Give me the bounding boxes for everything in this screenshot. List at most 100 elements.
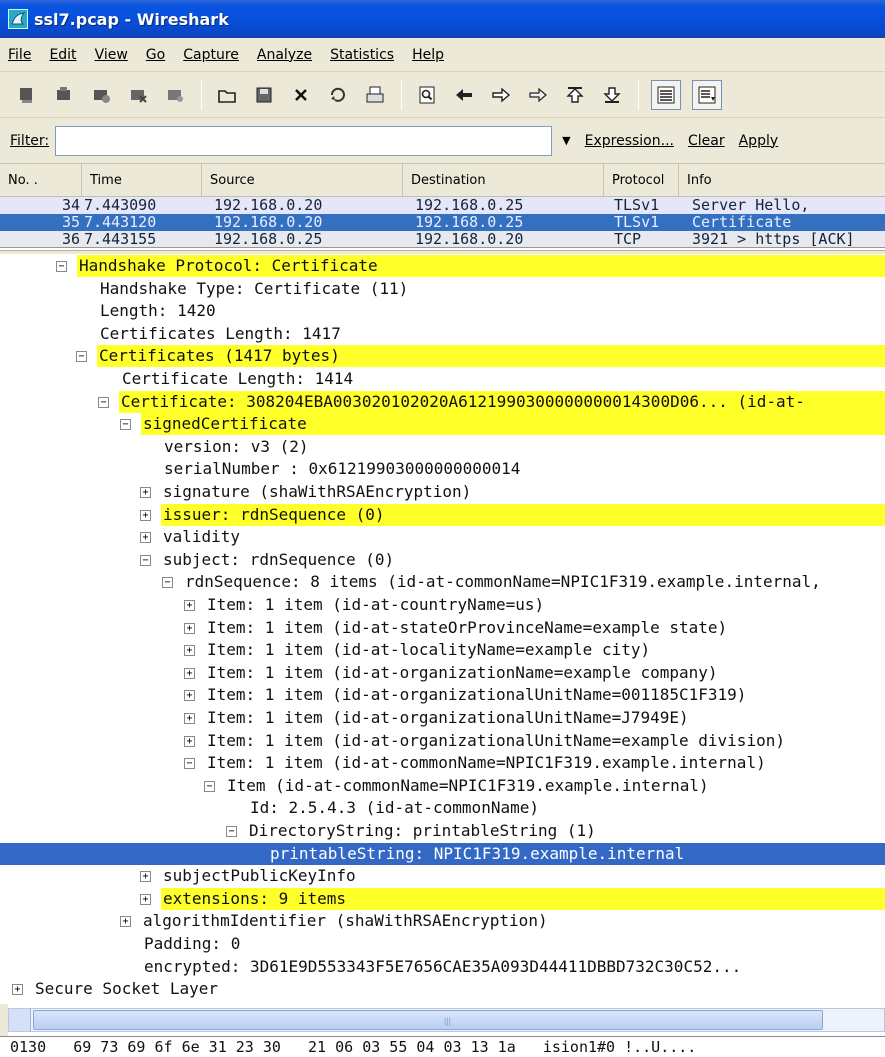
back-icon[interactable] <box>451 82 477 108</box>
expand-icon[interactable]: + <box>184 622 195 634</box>
save-icon[interactable] <box>251 82 277 108</box>
goto-icon[interactable] <box>525 82 551 108</box>
stop-icon[interactable] <box>125 82 151 108</box>
interfaces-icon[interactable] <box>14 82 40 108</box>
collapse-icon[interactable]: − <box>184 758 195 770</box>
tree-node-label: signature (shaWithRSAEncryption) <box>163 482 472 501</box>
expand-icon[interactable]: + <box>184 735 195 747</box>
tree-node[interactable]: − Handshake Protocol: Certificate <box>0 255 885 277</box>
column-header-protocol[interactable]: Protocol <box>604 164 679 196</box>
tree-node[interactable]: + Item: 1 item (id-at-countryName=us) <box>0 594 885 616</box>
tree-node[interactable]: + extensions: 9 items <box>0 887 885 910</box>
last-icon[interactable] <box>599 82 625 108</box>
collapse-icon[interactable]: − <box>226 826 237 837</box>
tree-node[interactable]: + Item: 1 item (id-at-organizationalUnitN… <box>0 684 885 706</box>
tree-node[interactable]: Handshake Type: Certificate (11) <box>0 278 885 300</box>
start-icon[interactable] <box>88 82 114 108</box>
tree-node-selected[interactable]: printableString: NPIC1F319.example.inter… <box>0 842 885 865</box>
tree-node[interactable]: + algorithmIdentifier (shaWithRSAEncrypti… <box>0 910 885 932</box>
menu-analyze[interactable]: Analyze <box>257 47 312 63</box>
tree-node[interactable]: − signedCertificate <box>0 413 885 436</box>
tree-node[interactable]: + Secure Socket Layer <box>0 978 885 1000</box>
reload-icon[interactable] <box>325 82 351 108</box>
tree-node[interactable]: version: v3 (2) <box>0 436 885 458</box>
apply-button[interactable]: Apply <box>739 133 779 149</box>
tree-node[interactable]: + subjectPublicKeyInfo <box>0 865 885 887</box>
first-icon[interactable] <box>562 82 588 108</box>
expand-icon[interactable]: + <box>184 645 195 657</box>
tree-node[interactable]: Id: 2.5.4.3 (id-at-commonName) <box>0 797 885 819</box>
packet-row-selected[interactable]: 35 7.443120 192.168.0.20 192.168.0.25 TL… <box>0 214 885 231</box>
column-header-no[interactable]: No. . <box>0 164 82 196</box>
tree-node[interactable]: + validity <box>0 526 885 548</box>
tree-node[interactable]: − subject: rdnSequence (0) <box>0 549 885 571</box>
expand-icon[interactable]: + <box>140 871 151 883</box>
tree-node[interactable]: Certificates Length: 1417 <box>0 323 885 345</box>
expand-icon[interactable]: + <box>120 916 131 928</box>
chevron-down-icon[interactable]: ▼ <box>562 134 570 147</box>
packet-row[interactable]: 36 7.443155 192.168.0.25 192.168.0.20 TC… <box>0 231 885 247</box>
menu-view[interactable]: View <box>95 47 128 63</box>
print-icon[interactable] <box>362 82 388 108</box>
collapse-icon[interactable]: − <box>204 780 215 792</box>
expand-icon[interactable]: + <box>184 713 195 724</box>
expand-icon[interactable]: + <box>140 487 151 498</box>
tree-node[interactable]: + Item: 1 item (id-at-stateOrProvinceName… <box>0 617 885 639</box>
tree-node[interactable]: serialNumber : 0x61219903000000000014 <box>0 458 885 480</box>
tree-node[interactable]: + Item: 1 item (id-at-organizationName=ex… <box>0 662 885 684</box>
expand-icon[interactable]: + <box>184 600 195 611</box>
horizontal-scrollbar[interactable]: ||| <box>8 1008 885 1032</box>
close-icon[interactable] <box>288 82 314 108</box>
tree-node[interactable]: Padding: 0 <box>0 933 885 955</box>
find-icon[interactable] <box>414 82 440 108</box>
menu-capture[interactable]: Capture <box>183 47 239 63</box>
tree-node[interactable]: Length: 1420 <box>0 300 885 322</box>
expand-icon[interactable]: + <box>12 984 23 996</box>
tree-node[interactable]: − Item: 1 item (id-at-commonName=NPIC1F31… <box>0 752 885 774</box>
menu-go[interactable]: Go <box>146 47 165 63</box>
filter-input[interactable] <box>55 125 553 156</box>
tree-node[interactable]: Certificate Length: 1414 <box>0 368 885 390</box>
tree-node[interactable]: + Item: 1 item (id-at-organizationalUnitN… <box>0 730 885 752</box>
tree-node[interactable]: + Item: 1 item (id-at-organizationalUnitN… <box>0 707 885 729</box>
open-icon[interactable] <box>214 82 240 108</box>
expand-icon[interactable]: + <box>140 509 151 521</box>
expand-icon[interactable]: + <box>140 532 151 544</box>
menu-file[interactable]: File <box>8 47 31 63</box>
tree-node[interactable]: + issuer: rdnSequence (0) <box>0 503 885 526</box>
collapse-icon[interactable]: − <box>76 351 87 363</box>
options-icon[interactable] <box>51 82 77 108</box>
column-header-time[interactable]: Time <box>82 164 202 196</box>
autoscroll-icon[interactable] <box>692 79 722 110</box>
restart-icon[interactable] <box>162 82 188 108</box>
expression-button[interactable]: Expression... <box>585 133 674 149</box>
tree-node[interactable]: − DirectoryString: printableString (1) <box>0 820 885 842</box>
forward-icon[interactable] <box>488 82 514 108</box>
menu-help[interactable]: Help <box>412 47 444 63</box>
column-header-source[interactable]: Source <box>202 164 403 196</box>
expand-icon[interactable]: + <box>140 893 151 905</box>
tree-node[interactable]: + signature (shaWithRSAEncryption) <box>0 481 885 503</box>
collapse-icon[interactable]: − <box>98 396 109 408</box>
collapse-icon[interactable]: − <box>162 577 173 589</box>
clear-button[interactable]: Clear <box>688 133 725 149</box>
scrollbar-thumb[interactable]: ||| <box>33 1010 823 1030</box>
tree-node[interactable]: − rdnSequence: 8 items (id-at-commonName=… <box>0 571 885 593</box>
packet-row[interactable]: 34 7.443090 192.168.0.20 192.168.0.25 TL… <box>0 197 885 214</box>
menu-statistics[interactable]: Statistics <box>330 47 394 63</box>
column-header-info[interactable]: Info <box>679 164 885 196</box>
expand-icon[interactable]: + <box>184 667 195 679</box>
scroll-left-button[interactable] <box>9 1009 31 1031</box>
column-header-destination[interactable]: Destination <box>403 164 604 196</box>
collapse-icon[interactable]: − <box>120 419 131 431</box>
tree-node[interactable]: − Item (id-at-commonName=NPIC1F319.exampl… <box>0 775 885 797</box>
collapse-icon[interactable]: − <box>56 261 67 272</box>
tree-node[interactable]: − Certificates (1417 bytes) <box>0 345 885 368</box>
tree-node[interactable]: − Certificate: 308204EBA003020102020A6121… <box>0 390 885 413</box>
collapse-icon[interactable]: − <box>140 554 151 566</box>
expand-icon[interactable]: + <box>184 690 195 702</box>
menu-edit[interactable]: Edit <box>49 47 76 63</box>
tree-node[interactable]: encrypted: 3D61E9D553343F5E7656CAE35A093… <box>0 956 885 978</box>
tree-node[interactable]: + Item: 1 item (id-at-localityName=exampl… <box>0 639 885 661</box>
colorize-icon[interactable] <box>651 79 681 110</box>
